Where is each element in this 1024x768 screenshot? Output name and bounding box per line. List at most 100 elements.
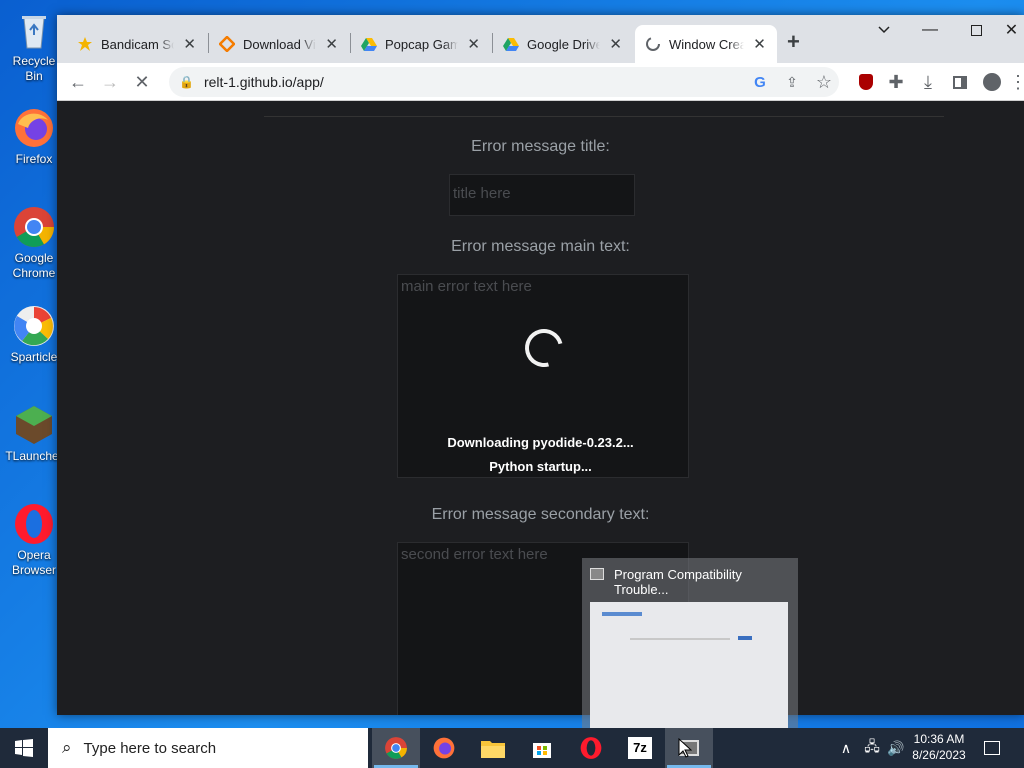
browser-window: Bandicam Scre ✕ Download Virt ✕ Popcap G… [57,15,1024,715]
bookmark-star-icon[interactable]: ☆ [811,69,837,95]
tab-download-virt[interactable]: Download Virt ✕ [209,25,349,63]
page-content: Error message title: title here Error me… [57,101,1024,715]
notifications-icon[interactable] [980,728,1004,768]
preview-heading [602,612,642,616]
download-icon[interactable]: ⤓ [915,69,941,95]
clock-date: 8/26/2023 [912,748,966,762]
desktop-icon-firefox[interactable]: Firefox [4,106,64,167]
opera-icon [15,504,53,544]
mouse-cursor-icon [678,738,692,758]
tlauncher-icon [16,406,52,444]
close-icon[interactable]: ✕ [466,35,481,53]
taskbar-thumbnail-preview[interactable]: Program Compatibility Trouble... [582,558,798,728]
start-button[interactable] [0,728,48,768]
tab-label: Download Virt [243,36,317,52]
google-drive-icon [503,36,519,52]
close-icon[interactable]: ✕ [182,35,197,53]
main-text-label: Error message main text: [451,238,630,255]
taskbar: ⌕ Type here to search 7z ∧ 🖧 🔊 10:36 AM … [0,728,1024,768]
thumbnail-title: Program Compatibility Trouble... [614,567,742,597]
firefox-icon [15,109,53,147]
taskbar-file-explorer[interactable] [469,728,517,768]
tab-label: Window Creat [669,36,744,52]
back-button[interactable]: ← [65,69,91,95]
address-bar[interactable]: 🔒 relt-1.github.io/app/ [169,67,839,97]
menu-icon[interactable]: ⋮ [1009,69,1024,95]
browser-toolbar: ← → ✕ 🔒 relt-1.github.io/app/ G ⇪ ☆ ✚ ⤓ … [57,63,1024,101]
thumbnail-image [590,602,788,728]
opera-icon [580,737,602,759]
search-icon: ⌕ [62,738,72,757]
divider [264,116,944,117]
stop-button[interactable]: ✕ [129,69,155,95]
close-icon[interactable]: ✕ [608,35,623,53]
lock-icon: 🔒 [179,75,194,89]
sparticle-icon [14,306,54,346]
desktop-icon-label: Recycle Bin [12,54,56,83]
globe-icon [645,36,661,52]
profile-icon[interactable] [979,69,1005,95]
desktop-icon-opera-browser[interactable]: Opera Browser [4,502,64,578]
store-icon [533,743,551,758]
firefox-icon [433,737,455,759]
system-clock[interactable]: 10:36 AM 8/26/2023 [900,731,978,763]
side-panel-icon[interactable] [947,69,973,95]
desktop-icon-label: TLauncher [5,449,63,463]
close-icon[interactable]: ✕ [752,35,767,53]
google-drive-icon [361,36,377,52]
extensions-icon[interactable]: ✚ [883,69,909,95]
taskbar-7zip[interactable]: 7z [616,728,664,768]
clock-time: 10:36 AM [913,732,965,746]
tab-strip: Bandicam Scre ✕ Download Virt ✕ Popcap G… [57,15,1024,63]
show-hidden-icons[interactable]: ∧ [836,728,856,768]
preview-progress [630,638,730,640]
desktop-icon-google-chrome[interactable]: Google Chrome [4,205,64,281]
share-icon[interactable]: ⇪ [779,69,805,95]
taskbar-firefox[interactable] [420,728,468,768]
network-icon[interactable]: 🖧 [860,728,884,768]
desktop-icon-label: Sparticle [10,350,58,364]
loading-substatus: Python startup... [489,459,592,474]
title-input[interactable]: title here [449,174,635,216]
window-icon [590,568,604,580]
tab-bandicam[interactable]: Bandicam Scre ✕ [67,25,207,63]
minimize-button[interactable]: — [907,15,953,45]
desktop-icon-label: Firefox [15,152,53,166]
tab-google-drive[interactable]: Google Drive ✕ [493,25,633,63]
new-tab-button[interactable]: + [787,29,800,55]
taskbar-search[interactable]: ⌕ Type here to search [48,728,368,768]
star-icon [77,36,93,52]
taskbar-chrome[interactable] [372,728,420,768]
tab-window-creator[interactable]: Window Creat ✕ [635,25,777,63]
desktop-icon-recycle-bin[interactable]: Recycle Bin [4,8,64,84]
tab-label: Bandicam Scre [101,36,174,52]
windows-icon [15,739,33,757]
preview-button [738,636,752,640]
7zip-icon: 7z [628,737,652,759]
folder-icon [481,741,505,758]
google-icon[interactable]: G [747,69,773,95]
desktop-icon-label: Google Chrome [12,251,56,280]
chrome-icon [14,207,54,247]
title-label: Error message title: [471,138,610,155]
close-icon[interactable]: ✕ [324,35,339,53]
tab-label: Google Drive [527,36,601,52]
close-window-button[interactable]: ✕ [999,15,1024,45]
tab-label: Popcap Game [385,36,459,52]
taskbar-opera[interactable] [567,728,615,768]
search-placeholder: Type here to search [83,739,217,757]
tab-search-button[interactable] [861,15,907,45]
address-url: relt-1.github.io/app/ [203,74,324,90]
maximize-button[interactable] [953,15,999,45]
forward-button[interactable]: → [97,69,123,95]
secondary-text-label: Error message secondary text: [431,506,650,523]
desktop-icon-tlauncher[interactable]: TLauncher [4,403,64,464]
desktop-icon-sparticle[interactable]: Sparticle [4,304,64,365]
diamond-icon [219,36,235,52]
recycle-bin-icon [22,16,46,49]
tab-popcap-game[interactable]: Popcap Game ✕ [351,25,491,63]
ublock-icon[interactable] [853,69,879,95]
taskbar-store[interactable] [518,728,566,768]
loading-status: Downloading pyodide-0.23.2... [447,435,634,450]
desktop-icon-label: Opera Browser [11,548,56,577]
